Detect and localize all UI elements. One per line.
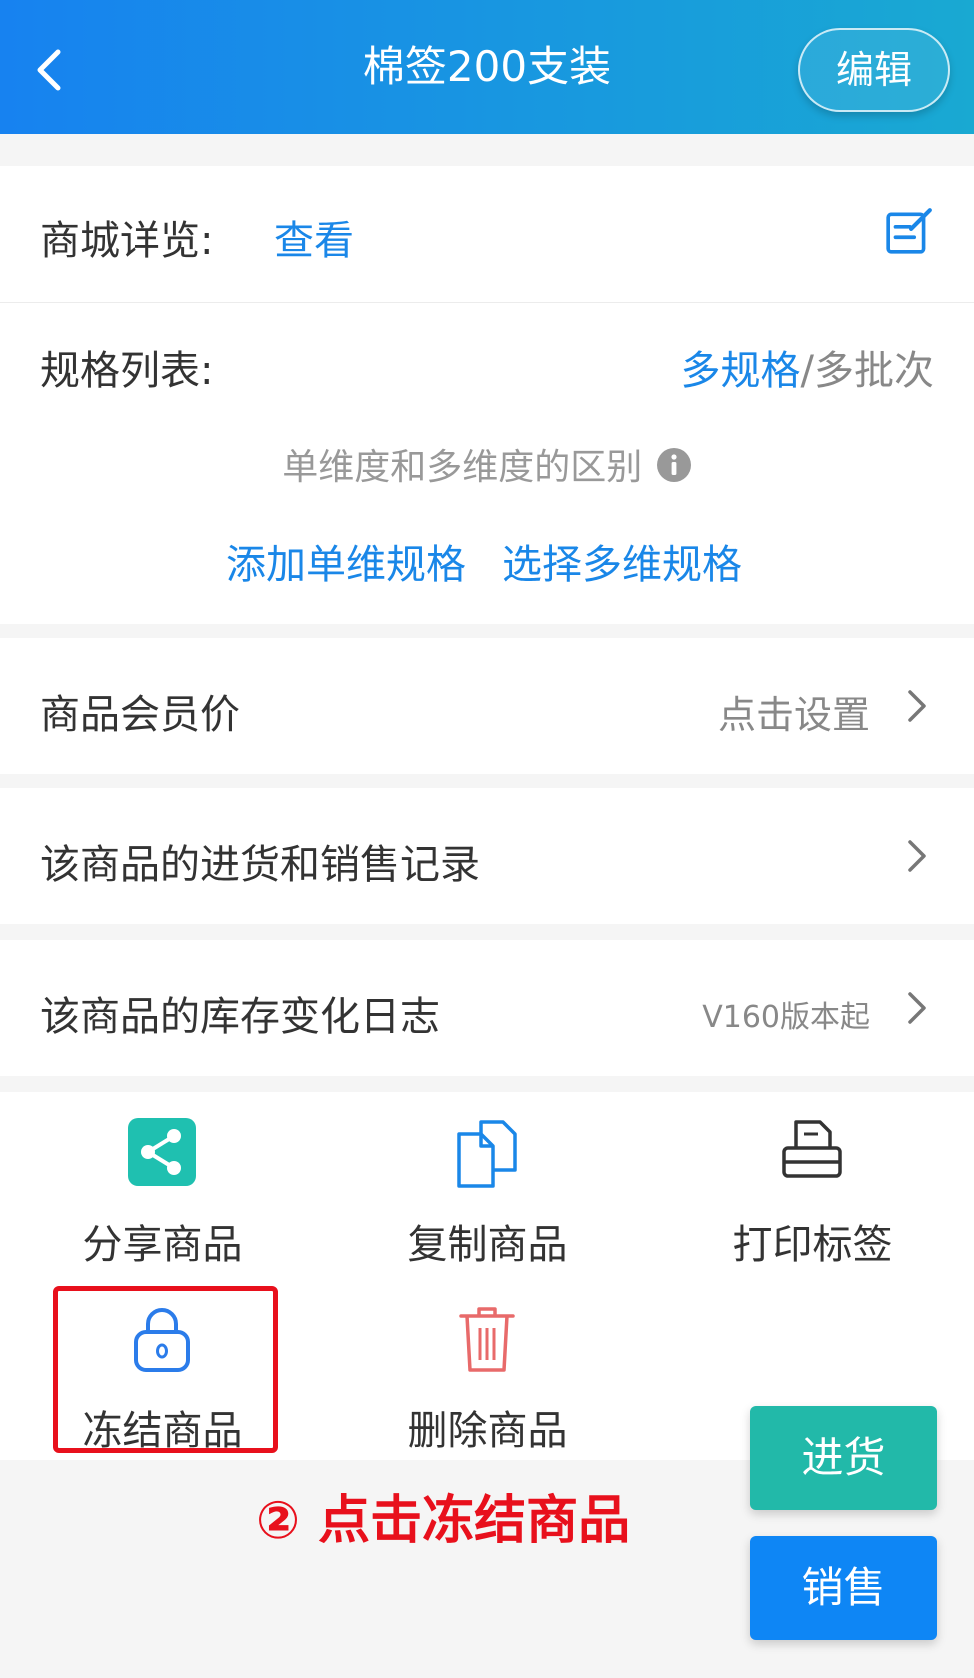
share-icon xyxy=(128,1118,196,1186)
info-icon[interactable] xyxy=(656,447,692,483)
chevron-right-icon xyxy=(908,840,926,872)
spec-mode-multi-batch[interactable]: 多批次 xyxy=(814,348,934,394)
purchase-button[interactable]: 进货 xyxy=(750,1406,937,1510)
divider xyxy=(0,302,974,303)
purchase-sales-records-label: 该商品的进货和销售记录 xyxy=(40,842,480,888)
purchase-sales-records-row[interactable]: 该商品的进货和销售记录 xyxy=(0,788,974,924)
back-arrow-icon[interactable] xyxy=(30,44,70,96)
mall-preview-view-link[interactable]: 查看 xyxy=(274,208,354,266)
add-single-spec-button[interactable]: 添加单维规格 xyxy=(226,532,466,590)
member-price-label: 商品会员价 xyxy=(40,692,240,738)
share-product-button[interactable]: 分享商品 xyxy=(0,1116,325,1296)
spec-mode-switch: 多规格/多批次 xyxy=(681,338,934,396)
product-info-panel: 商城详览: 查看 规格列表: 多规格/多批次 单维度和多维度的区别 添加单维规格… xyxy=(0,166,974,624)
spec-mode-separator: / xyxy=(800,348,814,394)
stock-change-log-row[interactable]: 该商品的库存变化日志 V160版本起 xyxy=(0,940,974,1076)
print-label-button[interactable]: 打印标签 xyxy=(650,1116,974,1296)
chevron-right-icon xyxy=(908,690,926,722)
spec-mode-multi-spec[interactable]: 多规格 xyxy=(681,348,801,394)
mall-preview-label: 商城详览: xyxy=(40,218,214,264)
stock-change-log-label: 该商品的库存变化日志 xyxy=(40,994,440,1040)
choose-multi-spec-button[interactable]: 选择多维规格 xyxy=(502,532,742,590)
share-product-label: 分享商品 xyxy=(82,1222,243,1268)
member-price-value: 点击设置 xyxy=(717,693,870,737)
trash-icon xyxy=(459,1307,515,1372)
top-bar: 棉签200支装 编辑 xyxy=(0,0,974,134)
stock-change-log-version-note: V160版本起 xyxy=(702,1000,870,1035)
print-label-label: 打印标签 xyxy=(732,1222,893,1268)
copy-product-label: 复制商品 xyxy=(407,1222,568,1268)
freeze-highlight-box xyxy=(53,1286,278,1453)
printer-icon xyxy=(782,1120,842,1178)
delete-product-button[interactable]: 删除商品 xyxy=(325,1302,650,1482)
delete-product-label: 删除商品 xyxy=(407,1408,568,1454)
member-price-row[interactable]: 商品会员价 点击设置 xyxy=(0,638,974,774)
copy-icon xyxy=(457,1120,517,1188)
sale-button[interactable]: 销售 xyxy=(750,1536,937,1640)
edit-button[interactable]: 编辑 xyxy=(798,28,950,112)
chevron-right-icon xyxy=(908,992,926,1024)
spec-list-label: 规格列表: xyxy=(40,348,214,394)
annotation-text: ② 点击冻结商品 xyxy=(256,1491,631,1551)
copy-product-button[interactable]: 复制商品 xyxy=(325,1116,650,1296)
edit-note-icon[interactable] xyxy=(884,206,934,256)
spec-hint-text: 单维度和多维度的区别 xyxy=(282,447,643,488)
spec-hint[interactable]: 单维度和多维度的区别 xyxy=(0,438,974,490)
